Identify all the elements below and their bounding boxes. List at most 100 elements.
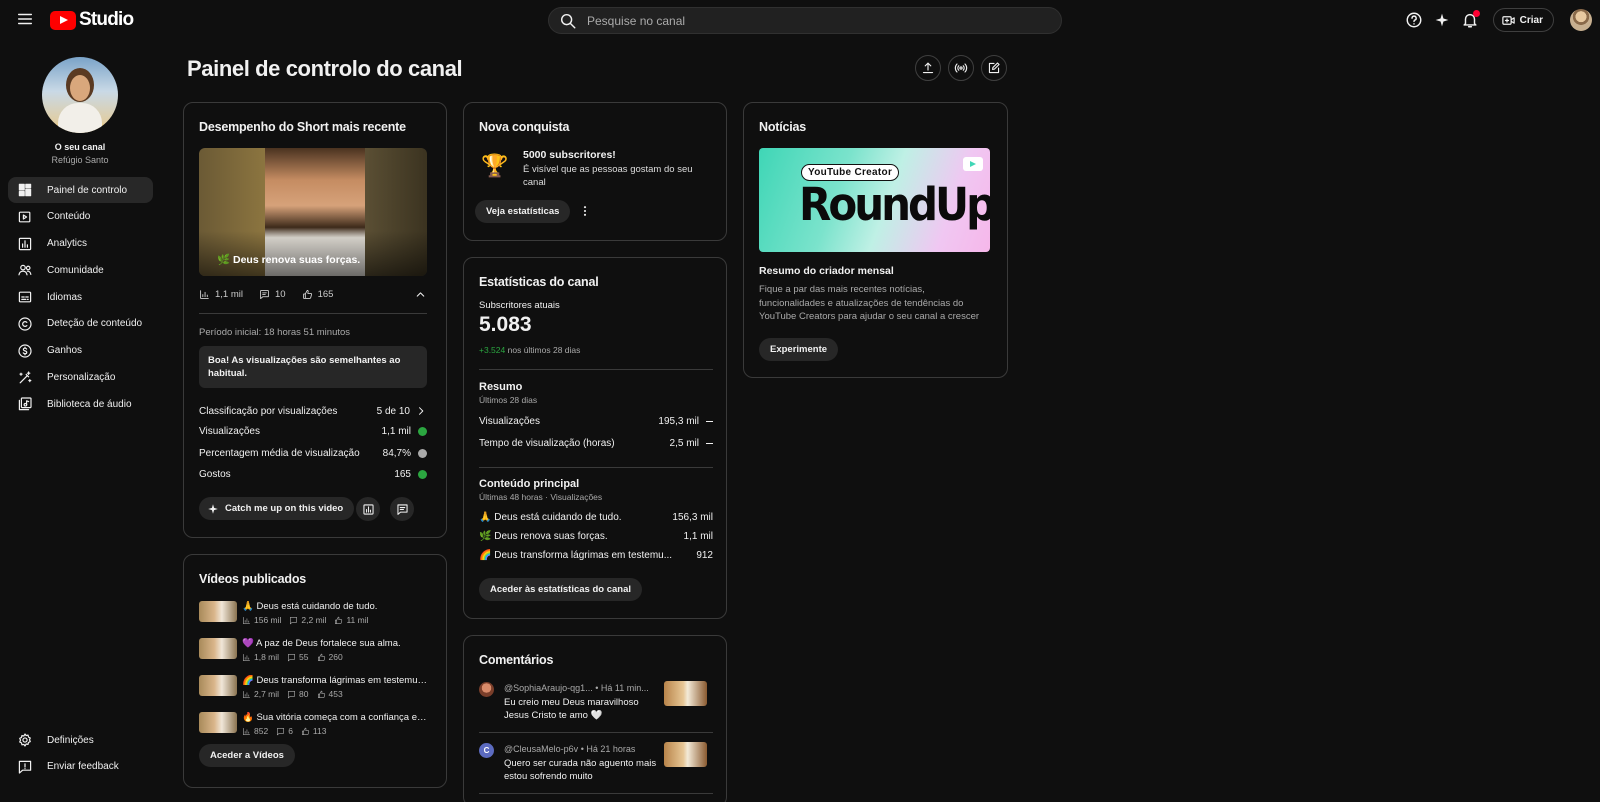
sidebar-item-content-detection[interactable]: Deteção de conteúdo (8, 311, 153, 337)
commenter-avatar[interactable]: C (479, 743, 494, 758)
create-post-button[interactable] (981, 55, 1007, 81)
go-to-analytics-button[interactable]: Aceder às estatísticas do canal (479, 578, 642, 601)
comment-time: • Há 21 horas (580, 744, 636, 754)
analytics-icon (243, 727, 250, 735)
studio-logo[interactable]: Studio (50, 9, 134, 31)
subscribers-value: 5.083 (479, 313, 532, 336)
chevron-up-icon[interactable] (414, 288, 427, 301)
thumbs-up-icon (335, 616, 343, 624)
video-add-icon (1501, 15, 1515, 25)
youtube-logo-icon (50, 10, 76, 30)
help-button[interactable] (1403, 9, 1425, 31)
achievement-headline: 5000 subscritores! (523, 149, 616, 161)
short-thumbnail[interactable]: 🌿 Deus renova suas forças. (199, 148, 427, 276)
trophy-icon: 🏆 (481, 153, 509, 178)
sidebar: O seu canal Refúgio Santo Painel de cont… (0, 40, 160, 802)
news-card: Notícias YouTube Creator RoundUp Resumo … (743, 102, 1008, 378)
video-views: 1,8 mil (242, 652, 279, 662)
sidebar-item-community[interactable]: Comunidade (8, 257, 153, 283)
commenter-avatar[interactable] (479, 682, 494, 697)
more-options-button[interactable] (577, 203, 593, 219)
ai-sparkle-button[interactable] (1431, 9, 1453, 31)
published-videos-card: Vídeos publicados 🙏 Deus está cuidando d… (183, 554, 447, 788)
sidebar-item-analytics[interactable]: Analytics (8, 231, 153, 257)
video-comments: 80 (287, 689, 309, 699)
go-to-videos-button[interactable]: Aceder a Vídeos (199, 744, 295, 767)
sidebar-item-settings[interactable]: Definições (8, 727, 153, 753)
help-icon (1406, 12, 1422, 28)
comment-icon (290, 616, 298, 624)
comment-author[interactable]: @CleusaMelo-p6v (504, 744, 578, 754)
banner-title: RoundUp (799, 178, 990, 231)
short-caption: 🌿 Deus renova suas forças. (217, 254, 361, 266)
views-row: Visualizações 1,1 mil (199, 426, 427, 437)
try-it-button[interactable]: Experimente (759, 338, 839, 361)
short-comments-button[interactable] (390, 497, 414, 521)
upload-button[interactable] (915, 55, 941, 81)
sidebar-item-label: Painel de controlo (47, 184, 128, 196)
video-item[interactable]: 💜 A paz de Deus fortalece sua alma. 1,8 … (199, 636, 429, 666)
comment-author[interactable]: @SophiaAraujo-qg1... (504, 683, 593, 693)
sidebar-item-languages[interactable]: Idiomas (8, 284, 153, 310)
account-avatar[interactable] (1570, 9, 1592, 31)
top-content-title: Conteúdo principal (479, 478, 580, 490)
menu-icon[interactable] (16, 10, 36, 30)
go-live-button[interactable] (948, 55, 974, 81)
comment-item[interactable]: C @CleusaMelo-p6v • Há 21 horas Quero se… (479, 741, 707, 791)
video-likes: 11 mil (334, 615, 369, 625)
up-status-icon (418, 427, 427, 436)
search-bar[interactable] (548, 7, 1062, 34)
top-content-row[interactable]: 🌈 Deus transforma lágrimas em testemu...… (479, 550, 713, 561)
youtube-play-icon (963, 157, 983, 171)
sidebar-item-label: Ganhos (47, 345, 83, 357)
sidebar-item-dashboard[interactable]: Painel de controlo (8, 177, 153, 203)
comment-icon (277, 727, 285, 735)
comment-icon (288, 690, 296, 698)
create-button[interactable]: Criar (1492, 8, 1554, 32)
sidebar-item-label: Deteção de conteúdo (47, 318, 143, 330)
sidebar-item-feedback[interactable]: Enviar feedback (8, 754, 153, 780)
sidebar-nav: Painel de controlo Conteúdo Analytics Co… (8, 177, 153, 418)
search-input[interactable] (587, 13, 1027, 28)
comment-video-thumbnail[interactable] (664, 742, 707, 767)
video-item[interactable]: 🙏 Deus está cuidando de tudo. 156 mil 2,… (199, 599, 429, 629)
news-banner-image[interactable]: YouTube Creator RoundUp (759, 148, 990, 252)
thumbs-up-icon (317, 690, 325, 698)
sidebar-item-customization[interactable]: Personalização (8, 365, 153, 391)
summary-views-row: Visualizações 195,3 mil (479, 416, 713, 427)
video-views: 2,7 mil (242, 689, 279, 699)
comment-item[interactable]: @SophiaAraujo-qg1... • Há 11 min... Eu c… (479, 680, 707, 730)
thumbs-up-icon (302, 289, 312, 299)
video-item[interactable]: 🌈 Deus transforma lágrimas em testemunho… (199, 673, 429, 703)
summary-watchtime-row: Tempo de visualização (horas) 2,5 mil (479, 438, 713, 449)
short-views-stat: 1,1 mil (199, 289, 243, 300)
channel-title: O seu canal (54, 142, 106, 152)
search-icon[interactable] (559, 12, 577, 30)
channel-avatar[interactable] (42, 57, 118, 133)
channel-name: Refúgio Santo (51, 155, 109, 165)
subscribers-label: Subscritores atuais (479, 300, 560, 311)
sidebar-item-label: Personalização (47, 372, 116, 384)
dollar-icon (18, 344, 32, 358)
top-content-row[interactable]: 🌿 Deus renova suas forças. 1,1 mil (479, 531, 713, 542)
notifications-button[interactable] (1459, 9, 1481, 31)
sidebar-item-content[interactable]: Conteúdo (8, 204, 153, 230)
short-analytics-button[interactable] (356, 497, 380, 521)
performance-notice: Boa! As visualizações são semelhantes ao… (199, 346, 427, 388)
comment-video-thumbnail[interactable] (664, 681, 707, 706)
video-thumbnail (199, 712, 237, 733)
avg-view-percentage-row: Percentagem média de visualização 84,7% (199, 448, 427, 459)
analytics-icon (243, 616, 250, 624)
comments-card: Comentários @SophiaAraujo-qg1... • Há 11… (463, 635, 727, 802)
video-item[interactable]: 🔥 Sua vitória começa com a confiança em … (199, 710, 429, 740)
top-content-row[interactable]: 🙏 Deus está cuidando de tudo. 156,3 mil (479, 512, 713, 523)
sidebar-item-earnings[interactable]: Ganhos (8, 338, 153, 364)
subtitles-icon (18, 291, 32, 303)
ranking-row[interactable]: Classificação por visualizações 5 de 10 (199, 405, 427, 417)
video-views: 852 (242, 726, 268, 736)
news-headline: Resumo do criador mensal (759, 265, 894, 277)
sidebar-item-audio-library[interactable]: Biblioteca de áudio (8, 391, 153, 417)
view-stats-button[interactable]: Veja estatísticas (475, 200, 571, 223)
catch-up-button[interactable]: Catch me up on this video (199, 497, 355, 520)
upload-icon (922, 62, 934, 74)
